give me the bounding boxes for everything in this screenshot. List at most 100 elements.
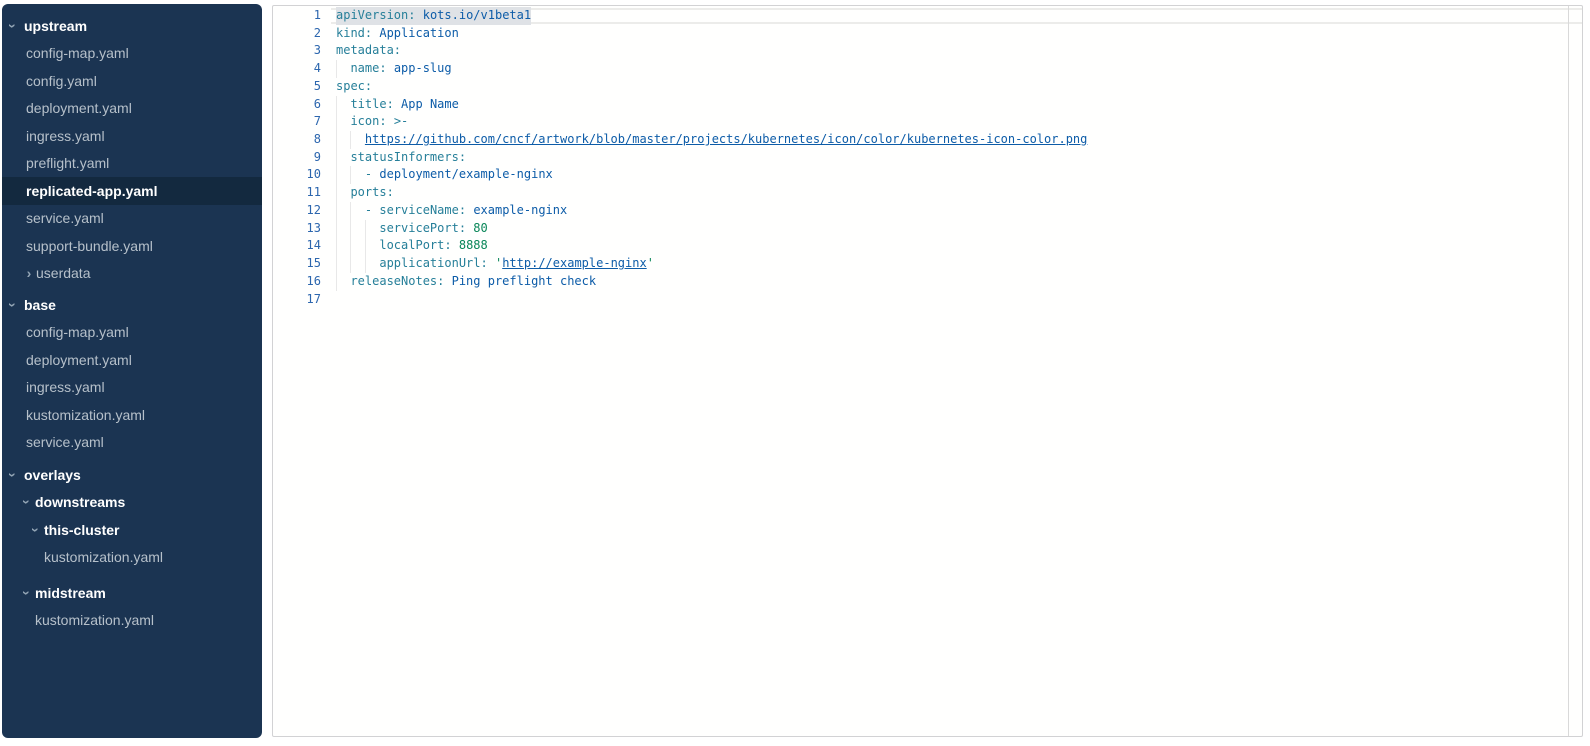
code-line-2[interactable]: 2kind: Application — [273, 25, 1582, 43]
code-line-5[interactable]: 5spec: — [273, 78, 1582, 96]
code-line-14[interactable]: 14 localPort: 8888 — [273, 237, 1582, 255]
chevron-down-icon[interactable]: › — [4, 300, 22, 310]
indent-guide — [336, 202, 337, 220]
sidebar-item-file-support-bundle-yaml[interactable]: support-bundle.yaml — [2, 232, 262, 260]
code-line-8[interactable]: 8 https://github.com/cncf/artwork/blob/m… — [273, 131, 1582, 149]
file-label: config-map.yaml — [26, 324, 129, 340]
line-number: 8 — [273, 131, 321, 149]
file-label: replicated-app.yaml — [26, 183, 158, 199]
code-token: releaseNotes: — [350, 274, 444, 288]
folder-label: midstream — [35, 585, 106, 601]
code-line-4[interactable]: 4 name: app-slug — [273, 60, 1582, 78]
code-token — [415, 8, 422, 22]
code-line-16[interactable]: 16 releaseNotes: Ping preflight check — [273, 273, 1582, 291]
code-line-15[interactable]: 15 applicationUrl: 'http://example-nginx… — [273, 255, 1582, 273]
sidebar-item-file-kustomization-yaml[interactable]: kustomization.yaml — [2, 607, 262, 635]
code-token: kots.io/v1beta1 — [423, 8, 531, 22]
file-label: kustomization.yaml — [44, 549, 163, 565]
file-label: ingress.yaml — [26, 379, 105, 395]
file-tree-editor-page: ›upstreamconfig-map.yamlconfig.yamldeplo… — [0, 0, 1590, 746]
indent-guide — [336, 96, 337, 114]
line-number: 2 — [273, 25, 321, 43]
code-token — [394, 97, 401, 111]
sidebar-item-folder-overlays[interactable]: ›overlays — [2, 461, 262, 489]
sidebar-item-folder-downstreams[interactable]: ›downstreams — [2, 489, 262, 517]
chevron-down-icon[interactable]: › — [18, 497, 36, 507]
code-line-17[interactable]: 17 — [273, 291, 1582, 309]
line-number: 9 — [273, 149, 321, 167]
sidebar-item-file-config-yaml[interactable]: config.yaml — [2, 67, 262, 95]
indent-guide — [350, 255, 351, 273]
code-token: icon: — [350, 114, 386, 128]
code-line-12[interactable]: 12 - serviceName: example-nginx — [273, 202, 1582, 220]
file-label: deployment.yaml — [26, 100, 132, 116]
chevron-down-icon[interactable]: › — [4, 470, 22, 480]
file-label: service.yaml — [26, 434, 104, 450]
code-token: spec: — [336, 79, 372, 93]
indent-guide — [336, 273, 337, 291]
code-token: app-slug — [394, 61, 452, 75]
file-label: ingress.yaml — [26, 128, 105, 144]
indent-guide — [350, 202, 351, 220]
code-line-10[interactable]: 10 - deployment/example-nginx — [273, 166, 1582, 184]
folder-label: overlays — [24, 467, 81, 483]
url-link[interactable]: https://github.com/cncf/artwork/blob/mas… — [365, 132, 1087, 146]
indent-guide — [350, 131, 351, 149]
sidebar-item-folder-midstream[interactable]: ›midstream — [2, 579, 262, 607]
sidebar-item-file-ingress-yaml[interactable]: ingress.yaml — [2, 122, 262, 150]
sidebar-item-file-service-yaml[interactable]: service.yaml — [2, 205, 262, 233]
sidebar-item-file-config-map-yaml[interactable]: config-map.yaml — [2, 40, 262, 68]
code-token: metadata: — [336, 43, 401, 57]
file-label: config.yaml — [26, 73, 97, 89]
url-link[interactable]: http://example-nginx — [502, 256, 647, 270]
code-line-6[interactable]: 6 title: App Name — [273, 96, 1582, 114]
sidebar-item-file-replicated-app-yaml[interactable]: replicated-app.yaml — [2, 177, 262, 205]
indent-guide — [336, 184, 337, 202]
sidebar-item-folder-this-cluster[interactable]: ›this-cluster — [2, 516, 262, 544]
chevron-down-icon[interactable]: › — [27, 525, 45, 535]
code-token: statusInformers: — [350, 150, 466, 164]
indent-guide — [336, 166, 337, 184]
line-number: 7 — [273, 113, 321, 131]
code-line-13[interactable]: 13 servicePort: 80 — [273, 220, 1582, 238]
sidebar-item-file-deployment-yaml[interactable]: deployment.yaml — [2, 95, 262, 123]
indent-guide — [336, 113, 337, 131]
code-editor-panel: 1apiVersion: kots.io/v1beta12kind: Appli… — [272, 5, 1583, 737]
chevron-right-icon[interactable]: › — [24, 264, 34, 282]
editor-scrollbar-track[interactable] — [1568, 6, 1582, 736]
code-line-11[interactable]: 11 ports: — [273, 184, 1582, 202]
chevron-down-icon[interactable]: › — [4, 21, 22, 31]
folder-label: base — [24, 297, 56, 313]
chevron-down-icon[interactable]: › — [18, 588, 36, 598]
sidebar-item-file-preflight-yaml[interactable]: preflight.yaml — [2, 150, 262, 178]
code-token: deployment/example-nginx — [379, 167, 552, 181]
folder-label: upstream — [24, 18, 87, 34]
folder-label: downstreams — [35, 494, 125, 510]
sidebar-item-folder-userdata[interactable]: ›userdata — [2, 260, 262, 288]
code-line-1[interactable]: 1apiVersion: kots.io/v1beta1 — [273, 7, 1582, 25]
line-number: 12 — [273, 202, 321, 220]
sidebar-item-file-kustomization-yaml[interactable]: kustomization.yaml — [2, 401, 262, 429]
line-number: 15 — [273, 255, 321, 273]
code-token: localPort: — [379, 238, 451, 252]
code-line-3[interactable]: 3metadata: — [273, 42, 1582, 60]
sidebar-item-folder-base[interactable]: ›base — [2, 291, 262, 319]
code-line-9[interactable]: 9 statusInformers: — [273, 149, 1582, 167]
line-number: 16 — [273, 273, 321, 291]
indent-guide — [365, 255, 366, 273]
code-content: 1apiVersion: kots.io/v1beta12kind: Appli… — [273, 6, 1582, 308]
sidebar-item-file-ingress-yaml[interactable]: ingress.yaml — [2, 374, 262, 402]
folder-label: this-cluster — [44, 522, 119, 538]
sidebar-item-file-config-map-yaml[interactable]: config-map.yaml — [2, 319, 262, 347]
sidebar-item-file-kustomization-yaml[interactable]: kustomization.yaml — [2, 544, 262, 572]
sidebar-item-folder-upstream[interactable]: ›upstream — [2, 12, 262, 40]
line-number: 13 — [273, 220, 321, 238]
sidebar-item-file-service-yaml[interactable]: service.yaml — [2, 429, 262, 457]
code-line-7[interactable]: 7 icon: >- — [273, 113, 1582, 131]
code-token: 8888 — [459, 238, 488, 252]
line-number: 6 — [273, 96, 321, 114]
code-token: servicePort: — [379, 221, 466, 235]
file-label: config-map.yaml — [26, 45, 129, 61]
line-number: 17 — [273, 291, 321, 309]
sidebar-item-file-deployment-yaml[interactable]: deployment.yaml — [2, 346, 262, 374]
